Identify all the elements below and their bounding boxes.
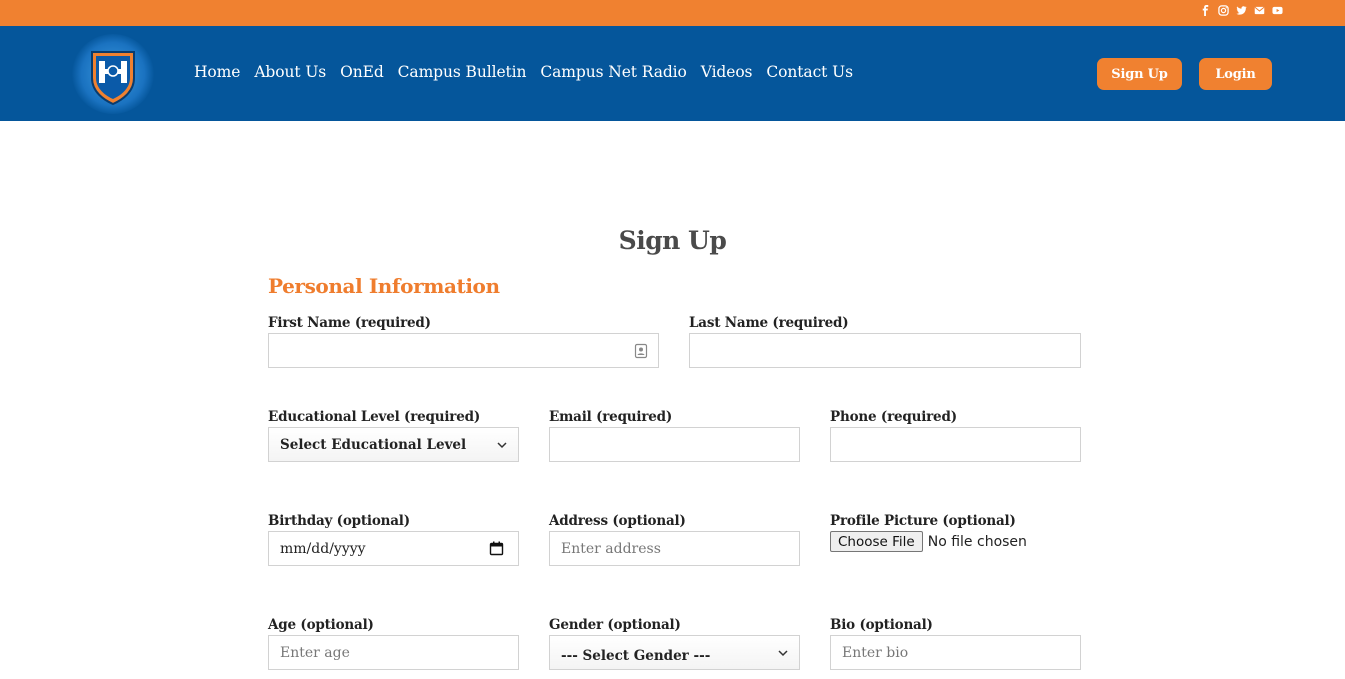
last-name-label: Last Name (required) (689, 315, 849, 331)
address-label: Address (optional) (549, 513, 686, 529)
gender-select[interactable]: --- Select Gender --- (549, 635, 800, 670)
gender-label: Gender (optional) (549, 617, 681, 633)
calendar-icon[interactable] (489, 541, 504, 556)
address-field[interactable]: Enter address (549, 531, 800, 566)
top-bar (0, 0, 1345, 26)
first-name-group: First Name (required) (268, 315, 659, 368)
signup-button[interactable]: Sign Up (1097, 58, 1182, 90)
nav-home[interactable]: Home (194, 63, 240, 81)
nav-videos[interactable]: Videos (701, 63, 753, 81)
choose-file-button[interactable]: Choose File (830, 531, 923, 552)
last-name-group: Last Name (required) (689, 315, 1081, 368)
nav-about-us[interactable]: About Us (254, 63, 326, 81)
email-label: Email (required) (549, 409, 673, 425)
profile-picture-input: Choose File No file chosen (830, 531, 1027, 552)
page-title: Sign Up (618, 226, 727, 255)
facebook-icon[interactable] (1199, 4, 1211, 16)
bio-group: Bio (optional) Enter bio (830, 617, 1081, 670)
edu-level-label: Educational Level (required) (268, 409, 481, 425)
main-nav: Home About Us OnEd Campus Bulletin Campu… (194, 63, 853, 81)
bio-label: Bio (optional) (830, 617, 933, 633)
youtube-icon[interactable] (1271, 4, 1283, 16)
site-header: Home About Us OnEd Campus Bulletin Campu… (0, 26, 1345, 121)
gender-group: Gender (optional) --- Select Gender --- (549, 617, 800, 670)
crest-logo[interactable] (72, 34, 154, 114)
first-name-label: First Name (required) (268, 315, 431, 331)
last-name-field[interactable] (689, 333, 1081, 368)
nav-campus-net-radio[interactable]: Campus Net Radio (540, 63, 686, 81)
birthday-field[interactable]: mm/dd/yyyy (268, 531, 519, 566)
file-status: No file chosen (927, 533, 1027, 550)
age-field[interactable]: Enter age (268, 635, 519, 670)
section-title: Personal Information (268, 274, 500, 298)
profile-picture-group: Profile Picture (optional) Choose File N… (830, 513, 1081, 552)
phone-field[interactable] (830, 427, 1081, 462)
login-button[interactable]: Login (1199, 58, 1272, 90)
chevron-down-icon (778, 650, 788, 657)
chevron-down-icon (497, 442, 507, 449)
bio-field[interactable]: Enter bio (830, 635, 1081, 670)
email-group: Email (required) (549, 409, 800, 462)
social-links (1199, 4, 1283, 16)
profile-picture-label: Profile Picture (optional) (830, 513, 1016, 529)
age-label: Age (optional) (268, 617, 374, 633)
edu-level-group: Educational Level (required) Select Educ… (268, 409, 519, 462)
nav-campus-bulletin[interactable]: Campus Bulletin (398, 63, 527, 81)
birthday-label: Birthday (optional) (268, 513, 410, 529)
phone-group: Phone (required) (830, 409, 1081, 462)
contact-card-icon[interactable] (634, 343, 648, 359)
email-field[interactable] (549, 427, 800, 462)
age-group: Age (optional) Enter age (268, 617, 519, 670)
birthday-group: Birthday (optional) mm/dd/yyyy (268, 513, 519, 566)
nav-contact-us[interactable]: Contact Us (766, 63, 853, 81)
phone-label: Phone (required) (830, 409, 957, 425)
instagram-icon[interactable] (1217, 4, 1229, 16)
address-group: Address (optional) Enter address (549, 513, 800, 566)
twitter-icon[interactable] (1235, 4, 1247, 16)
edu-level-select[interactable]: Select Educational Level (268, 427, 519, 462)
email-icon[interactable] (1253, 4, 1265, 16)
first-name-field[interactable] (268, 333, 659, 368)
nav-oned[interactable]: OnEd (340, 63, 384, 81)
